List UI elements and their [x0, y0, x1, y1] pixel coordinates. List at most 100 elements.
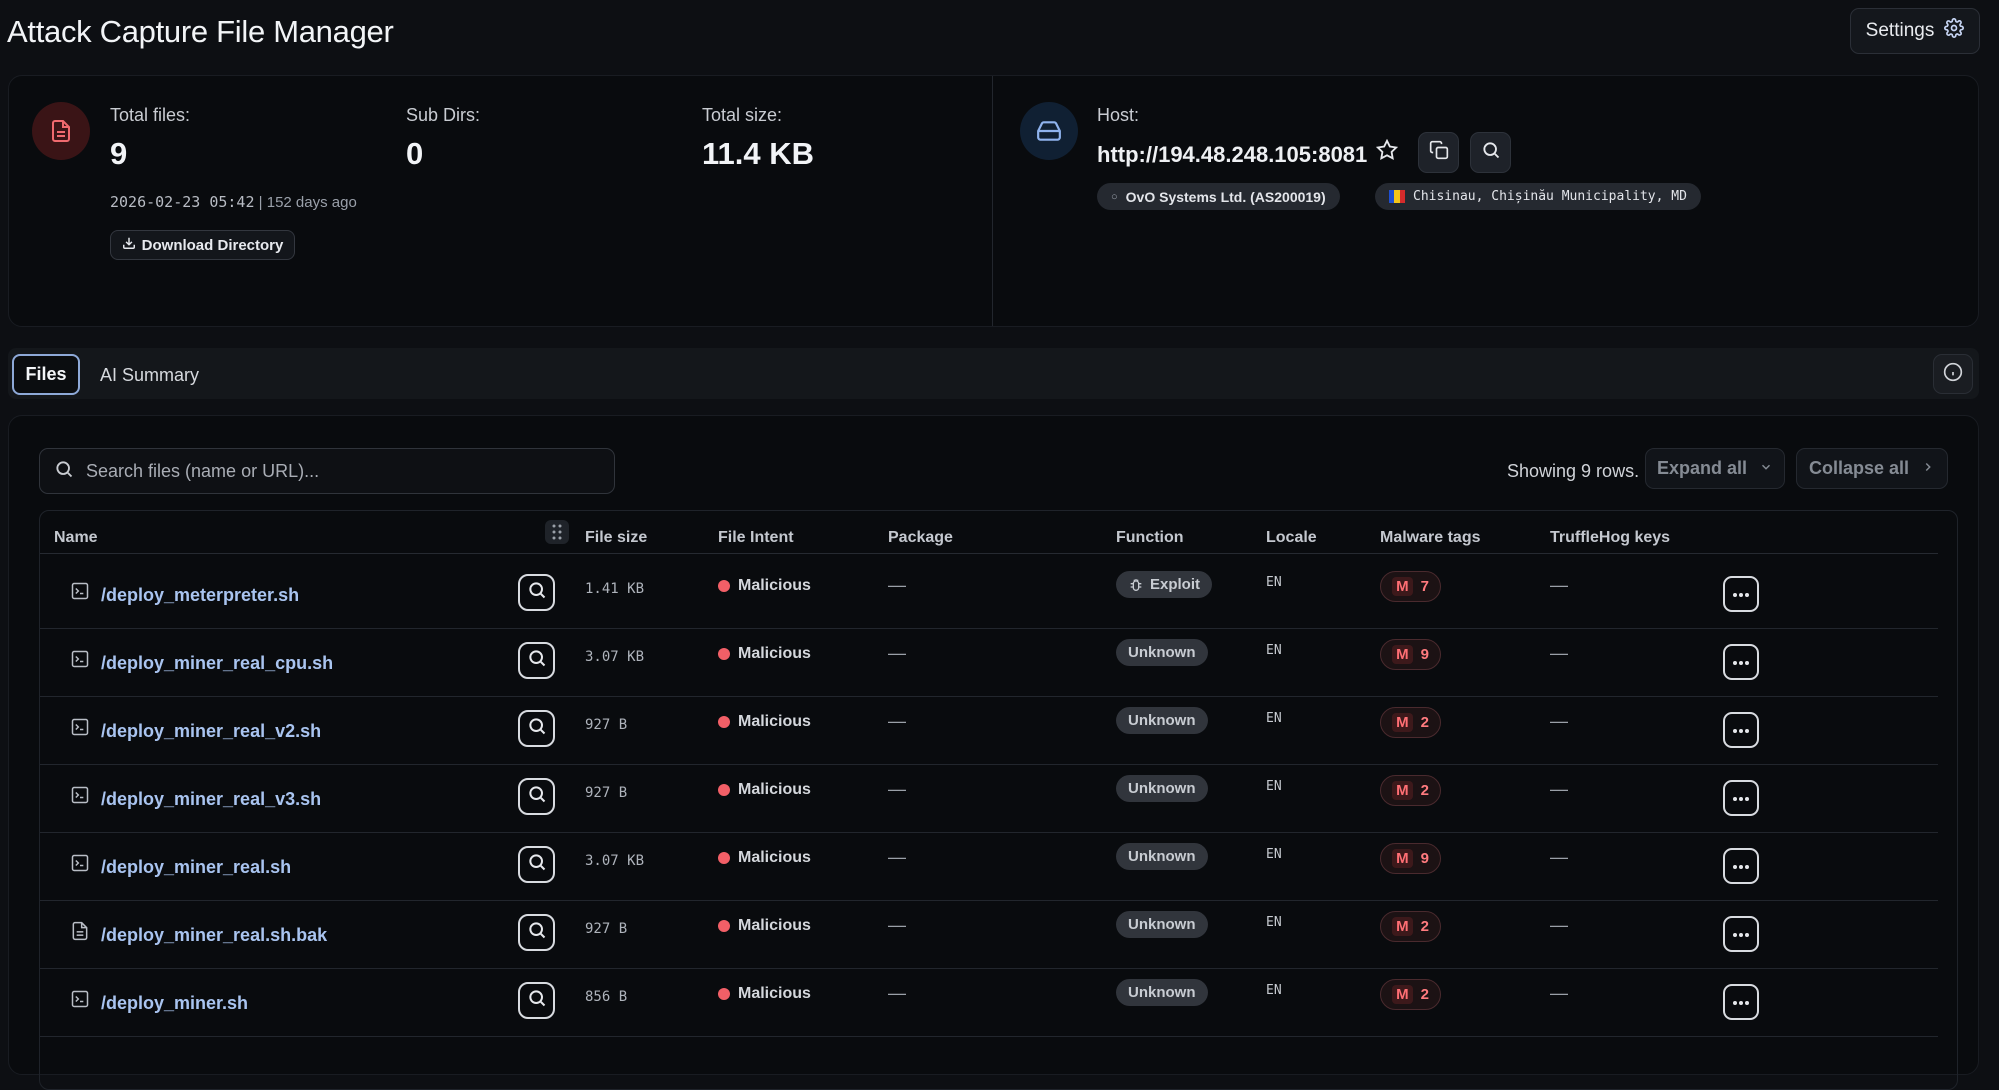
- search-input[interactable]: [86, 460, 586, 482]
- download-label: Download Directory: [141, 236, 284, 254]
- locale-value: EN: [1266, 847, 1282, 862]
- more-horizontal-icon: [1732, 789, 1750, 807]
- bug-icon: [1128, 577, 1144, 593]
- row-actions-button[interactable]: [1723, 848, 1759, 884]
- column-header-name[interactable]: Name: [54, 529, 98, 547]
- file-intent: Malicious: [718, 781, 811, 799]
- column-drag-handle[interactable]: [545, 520, 569, 544]
- network-icon: ○: [1111, 190, 1118, 203]
- search-icon: [54, 459, 74, 484]
- row-actions-button[interactable]: [1723, 712, 1759, 748]
- timestamp-age: | 152 days ago: [258, 194, 357, 211]
- inspect-file-button[interactable]: [518, 574, 555, 611]
- column-header-function[interactable]: Function: [1116, 529, 1184, 547]
- package-value: —: [888, 779, 906, 799]
- terminal-file-icon: [70, 717, 90, 742]
- file-name-link[interactable]: /deploy_miner_real_cpu.sh: [101, 653, 333, 674]
- malware-tag-badge[interactable]: M 2: [1380, 775, 1441, 806]
- search-host-button[interactable]: [1470, 132, 1511, 173]
- file-size: 927 B: [585, 717, 628, 733]
- malware-tag-count: 2: [1420, 918, 1429, 935]
- search-icon: [527, 920, 547, 945]
- more-horizontal-icon: [1732, 721, 1750, 739]
- inspect-file-button[interactable]: [518, 914, 555, 951]
- column-header-trufflehog-keys[interactable]: TruffleHog keys: [1550, 529, 1670, 547]
- column-header-file-size[interactable]: File size: [585, 529, 647, 547]
- table-row[interactable]: /deploy_miner.sh 856 B Malicious — Unkno…: [40, 969, 1938, 1037]
- file-name-link[interactable]: /deploy_miner_real.sh.bak: [101, 925, 327, 946]
- info-button[interactable]: [1933, 354, 1973, 394]
- row-actions-button[interactable]: [1723, 984, 1759, 1020]
- table-row[interactable]: /deploy_miner_real.sh.bak 927 B Maliciou…: [40, 901, 1938, 969]
- table-row[interactable]: /deploy_miner_real_v3.sh 927 B Malicious…: [40, 765, 1938, 833]
- asn-chip[interactable]: ○ OvO Systems Ltd. (AS200019): [1097, 183, 1340, 210]
- tab-files[interactable]: Files: [12, 354, 80, 395]
- column-header-locale[interactable]: Locale: [1266, 529, 1317, 547]
- table-row[interactable]: /deploy_meterpreter.sh 1.41 KB Malicious…: [40, 561, 1938, 629]
- file-name-link[interactable]: /deploy_miner_real.sh: [101, 857, 291, 878]
- search-icon: [527, 784, 547, 809]
- terminal-file-icon: [70, 649, 90, 674]
- malware-tag-badge[interactable]: M 9: [1380, 843, 1441, 874]
- row-actions-button[interactable]: [1723, 576, 1759, 612]
- malware-tag-badge[interactable]: M 9: [1380, 639, 1441, 670]
- row-count: Showing 9 rows.: [1507, 461, 1640, 481]
- flag-md-icon: [1389, 190, 1405, 203]
- search-icon: [527, 648, 547, 673]
- info-icon: [1943, 362, 1963, 387]
- favorite-button[interactable]: [1366, 132, 1407, 173]
- file-name-link[interactable]: /deploy_meterpreter.sh: [101, 585, 299, 606]
- column-header-malware-tags[interactable]: Malware tags: [1380, 529, 1480, 547]
- host-url[interactable]: http://194.48.248.105:8081: [1097, 142, 1367, 168]
- column-header-package[interactable]: Package: [888, 529, 953, 547]
- more-horizontal-icon: [1732, 857, 1750, 875]
- locale-value: EN: [1266, 915, 1282, 930]
- malware-tag-letter: M: [1392, 645, 1413, 664]
- malware-tag-badge[interactable]: M 2: [1380, 911, 1441, 942]
- column-header-file-intent[interactable]: File Intent: [718, 529, 794, 547]
- file-intent-label: Malicious: [738, 645, 811, 662]
- row-actions-button[interactable]: [1723, 780, 1759, 816]
- trufflehog-value: —: [1550, 711, 1568, 731]
- file-intent: Malicious: [718, 713, 811, 731]
- inspect-file-button[interactable]: [518, 710, 555, 747]
- expand-all-button[interactable]: Expand all: [1645, 448, 1785, 489]
- download-directory-button[interactable]: Download Directory: [110, 230, 295, 260]
- inspect-file-button[interactable]: [518, 642, 555, 679]
- malware-tag-badge[interactable]: M 2: [1380, 707, 1441, 738]
- inspect-file-button[interactable]: [518, 846, 555, 883]
- function-badge: Exploit: [1116, 571, 1213, 598]
- file-name-link[interactable]: /deploy_miner_real_v2.sh: [101, 721, 321, 742]
- row-actions-button[interactable]: [1723, 916, 1759, 952]
- inspect-file-button[interactable]: [518, 778, 555, 815]
- malware-tag-badge[interactable]: M 2: [1380, 979, 1441, 1010]
- search-icon: [527, 716, 547, 741]
- search-field[interactable]: [39, 448, 615, 494]
- sub-dirs-label: Sub Dirs:: [406, 105, 481, 125]
- row-actions-button[interactable]: [1723, 644, 1759, 680]
- copy-host-button[interactable]: [1418, 132, 1459, 173]
- more-horizontal-icon: [1732, 993, 1750, 1011]
- top-bar: Attack Capture File Manager Settings: [0, 0, 1999, 66]
- file-name-link[interactable]: /deploy_miner.sh: [101, 993, 248, 1014]
- settings-label: Settings: [1865, 20, 1935, 41]
- file-intent: Malicious: [718, 985, 811, 1003]
- malware-tag-count: 2: [1420, 782, 1429, 799]
- table-row[interactable]: /deploy_miner_real_v2.sh 927 B Malicious…: [40, 697, 1938, 765]
- file-size: 927 B: [585, 921, 628, 937]
- collapse-all-button[interactable]: Collapse all: [1796, 448, 1948, 489]
- file-intent: Malicious: [718, 645, 811, 663]
- file-name-link[interactable]: /deploy_miner_real_v3.sh: [101, 789, 321, 810]
- settings-button[interactable]: Settings: [1850, 8, 1980, 54]
- table-row[interactable]: /deploy_miner_real_cpu.sh 3.07 KB Malici…: [40, 629, 1938, 697]
- inspect-file-button[interactable]: [518, 982, 555, 1019]
- malware-tag-count: 2: [1420, 986, 1429, 1003]
- trufflehog-value: —: [1550, 575, 1568, 595]
- location-chip[interactable]: Chisinau, Chișinău Municipality, MD: [1375, 183, 1701, 210]
- function-badge: Unknown: [1116, 639, 1208, 666]
- malware-tag-badge[interactable]: M 7: [1380, 571, 1441, 602]
- locale-value: EN: [1266, 575, 1282, 590]
- tab-ai-summary[interactable]: AI Summary: [100, 365, 199, 386]
- file-size: 3.07 KB: [585, 853, 645, 869]
- table-row[interactable]: /deploy_miner_real.sh 3.07 KB Malicious …: [40, 833, 1938, 901]
